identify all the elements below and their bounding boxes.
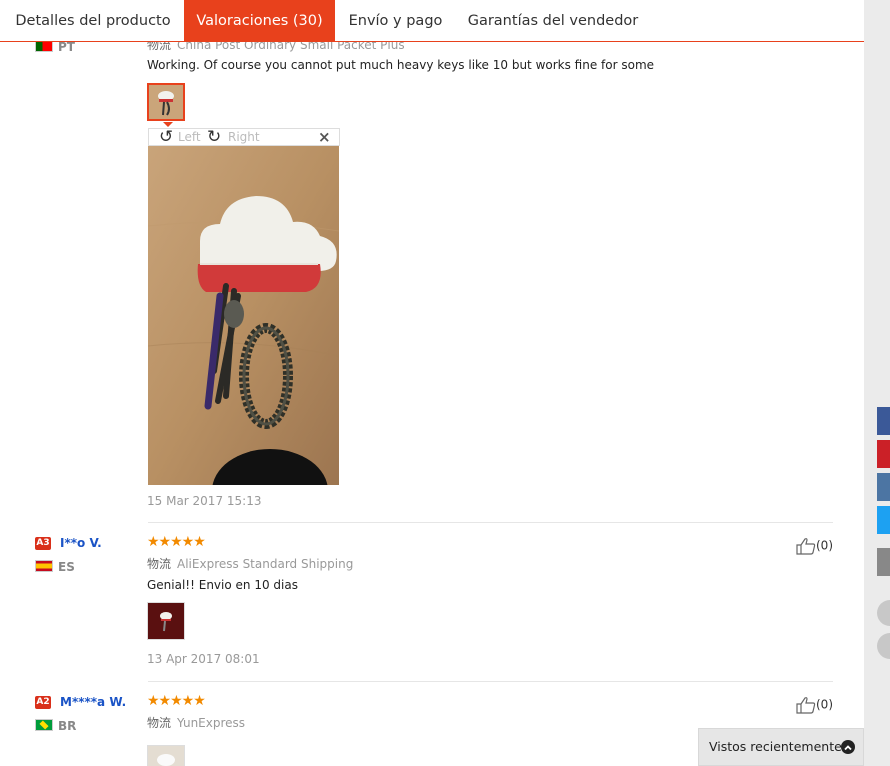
- reviewer-country: BR: [58, 719, 77, 733]
- review-date: 15 Mar 2017 15:13: [147, 494, 262, 508]
- review-divider: [148, 522, 833, 523]
- twitter-icon[interactable]: [877, 506, 890, 534]
- rotate-left-label[interactable]: Left: [178, 130, 201, 144]
- rotate-right-icon[interactable]: ↻: [207, 127, 221, 147]
- review-photo-thumbnail[interactable]: [147, 83, 185, 121]
- share-icon[interactable]: [877, 548, 890, 576]
- review-text: Genial!! Envio en 10 dias: [147, 578, 298, 592]
- thumbs-up-icon: [796, 697, 816, 714]
- reviewer-name[interactable]: I**o V.: [60, 536, 102, 550]
- shipping-method: 物流 YunExpress: [147, 714, 245, 731]
- rotate-left-icon[interactable]: ↺: [159, 127, 173, 147]
- buyer-level-badge: A3: [35, 537, 51, 550]
- helpful-count: (0): [816, 697, 833, 712]
- review-date: 13 Apr 2017 08:01: [147, 652, 260, 666]
- photo-viewer-toolbar: ↺ Left ↻ Right ×: [148, 127, 340, 147]
- reviewer-name[interactable]: M****a W.: [60, 695, 126, 709]
- recently-viewed-label: Vistos recientemente: [709, 739, 842, 754]
- thumbs-up-icon: [796, 538, 816, 555]
- pinterest-icon[interactable]: [877, 440, 890, 468]
- tab-product-details[interactable]: Detalles del producto: [8, 0, 178, 41]
- helpful-button[interactable]: (0): [796, 537, 833, 555]
- country-flag-icon: [35, 719, 53, 731]
- shipping-name: China Post Ordinary Small Packet Plus: [177, 42, 405, 52]
- review-text: Working. Of course you cannot put much h…: [147, 58, 655, 72]
- reviewer-country: ES: [58, 560, 75, 574]
- shipping-method: 物流 AliExpress Standard Shipping: [147, 555, 353, 572]
- shipping-label: 物流: [147, 716, 172, 730]
- tab-shipping-payment[interactable]: Envío y pago: [341, 0, 450, 41]
- close-icon[interactable]: ×: [318, 128, 331, 146]
- review-divider: [148, 681, 833, 682]
- chevron-up-icon[interactable]: [841, 740, 855, 754]
- shipping-method: 物流 China Post Ordinary Small Packet Plus: [147, 42, 405, 53]
- recently-viewed-bar[interactable]: Vistos recientemente: [698, 728, 864, 766]
- review-photo-thumbnail[interactable]: [147, 602, 185, 640]
- helpful-count: (0): [816, 538, 833, 553]
- rotate-right-label[interactable]: Right: [228, 130, 260, 144]
- star-rating: ★★★★★: [147, 534, 206, 550]
- reviews-list: PT 物流 China Post Ordinary Small Packet Pl…: [0, 42, 864, 766]
- shipping-label: 物流: [147, 42, 172, 52]
- tab-seller-guarantees[interactable]: Garantías del vendedor: [460, 0, 646, 41]
- country-flag-icon: [35, 560, 53, 572]
- facebook-icon[interactable]: [877, 407, 890, 435]
- buyer-level-badge: A2: [35, 696, 51, 709]
- reviewer-country: PT: [58, 42, 75, 54]
- star-rating: ★★★★★: [147, 693, 206, 709]
- country-flag-icon: [35, 42, 53, 52]
- shipping-name: YunExpress: [177, 716, 246, 730]
- shipping-label: 物流: [147, 557, 172, 571]
- review-photo-thumbnail[interactable]: [147, 745, 185, 766]
- helpful-button[interactable]: (0): [796, 696, 833, 714]
- tab-reviews[interactable]: Valoraciones (30): [184, 0, 335, 41]
- review-photo-large: [148, 146, 339, 485]
- shipping-name: AliExpress Standard Shipping: [177, 557, 354, 571]
- vk-icon[interactable]: [877, 473, 890, 501]
- product-tabs: Detalles del producto Valoraciones (30) …: [0, 0, 864, 42]
